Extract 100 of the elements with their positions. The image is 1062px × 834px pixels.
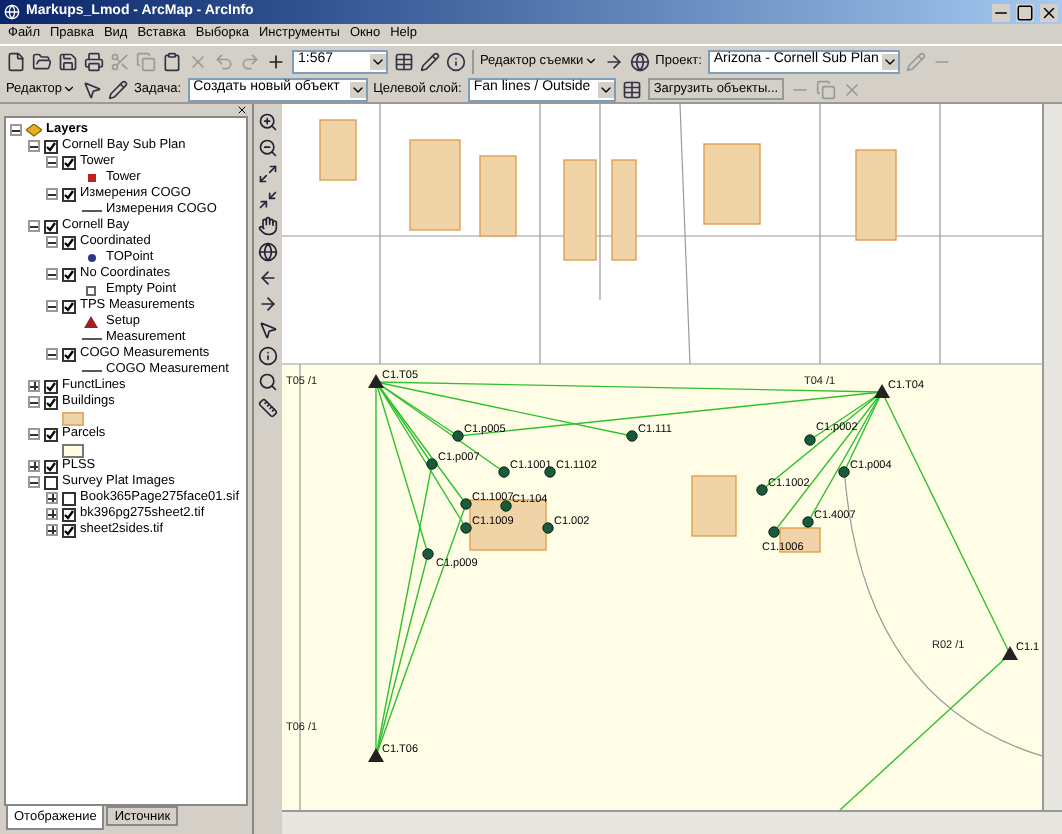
dot-symbol-icon <box>87 254 95 262</box>
expand-icon[interactable] <box>46 492 58 504</box>
collapse-icon[interactable] <box>28 428 40 440</box>
checkbox[interactable] <box>44 379 58 393</box>
table-icon[interactable] <box>621 79 642 99</box>
checkbox[interactable] <box>44 459 58 473</box>
collapse-icon[interactable] <box>46 300 58 312</box>
checkbox[interactable] <box>62 347 76 361</box>
minimize-icon[interactable] <box>992 3 1010 21</box>
building-patch-icon <box>62 411 84 425</box>
clipboard-icon[interactable] <box>162 51 182 71</box>
survey-point-icon[interactable] <box>756 484 768 496</box>
layers-icon <box>26 123 42 137</box>
globe-icon[interactable] <box>629 51 650 71</box>
survey-point-icon[interactable] <box>498 466 510 478</box>
expand-icon[interactable] <box>28 380 40 392</box>
survey-point-icon[interactable] <box>452 430 464 442</box>
hollow-square-icon <box>86 285 96 295</box>
collapse-icon[interactable] <box>28 396 40 408</box>
caret-icon <box>61 82 76 96</box>
checkbox[interactable] <box>44 139 58 153</box>
checkbox[interactable] <box>62 299 76 313</box>
survey-point-icon[interactable] <box>460 522 472 534</box>
caret-icon <box>583 54 598 68</box>
survey-point-icon[interactable] <box>804 434 816 446</box>
line-symbol-icon <box>81 337 101 339</box>
close-icon[interactable] <box>236 104 248 116</box>
info-icon[interactable] <box>258 346 278 366</box>
survey-point-icon[interactable] <box>426 458 438 470</box>
parcel-patch-icon <box>62 443 84 457</box>
collapse-icon[interactable] <box>46 156 58 168</box>
horizontal-scrollbar[interactable] <box>282 810 1062 834</box>
expand-icon[interactable] <box>28 460 40 472</box>
caret-icon <box>349 81 366 97</box>
station-marker-icon[interactable] <box>1002 646 1018 660</box>
survey-point-icon[interactable] <box>500 500 512 512</box>
survey-point-icon[interactable] <box>460 498 472 510</box>
pointer-icon[interactable] <box>258 320 278 340</box>
maximize-icon[interactable] <box>1016 3 1034 21</box>
expand-icon[interactable] <box>258 164 278 184</box>
station-marker-icon[interactable] <box>368 374 384 388</box>
caret-icon <box>881 53 898 69</box>
survey-point-icon[interactable] <box>542 522 554 534</box>
collapse-icon[interactable] <box>46 236 58 248</box>
pointer-icon[interactable] <box>81 79 102 99</box>
help-icon[interactable] <box>446 51 466 71</box>
expand-icon[interactable] <box>46 508 58 520</box>
line-symbol-icon <box>81 369 101 371</box>
collapse-icon[interactable] <box>28 140 40 152</box>
caret-icon <box>597 81 614 97</box>
line-symbol-icon <box>81 209 101 211</box>
survey-point-icon[interactable] <box>838 466 850 478</box>
collapse-icon[interactable] <box>46 268 58 280</box>
add-data-icon[interactable] <box>266 51 286 71</box>
survey-point-icon[interactable] <box>422 548 434 560</box>
forward-arrow-icon[interactable] <box>258 294 278 314</box>
checkbox[interactable] <box>62 491 76 505</box>
checkbox[interactable] <box>44 395 58 409</box>
table-icon[interactable] <box>394 51 414 71</box>
collapse-icon[interactable] <box>28 476 40 488</box>
close-icon[interactable] <box>1040 3 1058 21</box>
checkbox[interactable] <box>62 155 76 169</box>
survey-point-icon[interactable] <box>626 430 638 442</box>
survey-point-icon[interactable] <box>544 466 556 478</box>
caret-icon <box>370 53 386 69</box>
shrink-icon[interactable] <box>258 190 278 210</box>
checkbox[interactable] <box>44 427 58 441</box>
search-icon[interactable] <box>258 372 278 392</box>
zoom-in-icon[interactable] <box>258 112 278 132</box>
station-marker-icon[interactable] <box>874 384 890 398</box>
pencil-icon[interactable] <box>420 51 440 71</box>
triangle-symbol-icon <box>84 316 98 328</box>
collapse-icon[interactable] <box>28 220 40 232</box>
collapse-icon[interactable] <box>46 348 58 360</box>
ruler-icon[interactable] <box>258 398 278 418</box>
collapse-icon[interactable] <box>46 188 58 200</box>
checkbox[interactable] <box>62 523 76 537</box>
collapse-icon[interactable] <box>10 124 22 136</box>
checkbox[interactable] <box>62 507 76 521</box>
survey-point-icon[interactable] <box>802 516 814 528</box>
folder-icon[interactable] <box>32 51 52 71</box>
printer-icon[interactable] <box>84 51 104 71</box>
checkbox[interactable] <box>62 187 76 201</box>
survey-point-icon[interactable] <box>768 526 780 538</box>
save-icon[interactable] <box>58 51 78 71</box>
checkbox[interactable] <box>62 235 76 249</box>
expand-icon[interactable] <box>46 524 58 536</box>
new-file-icon[interactable] <box>6 51 26 71</box>
app-icon <box>4 4 20 20</box>
hand-icon[interactable] <box>258 216 278 236</box>
checkbox[interactable] <box>44 219 58 233</box>
sketch-icon[interactable] <box>107 79 128 99</box>
station-marker-icon[interactable] <box>368 748 384 762</box>
checkbox[interactable] <box>44 475 58 489</box>
arrow-icon[interactable] <box>603 51 624 71</box>
vertical-scrollbar[interactable] <box>1042 104 1062 810</box>
globe-icon[interactable] <box>258 242 278 262</box>
back-arrow-icon[interactable] <box>258 268 278 288</box>
checkbox[interactable] <box>62 267 76 281</box>
zoom-out-icon[interactable] <box>258 138 278 158</box>
